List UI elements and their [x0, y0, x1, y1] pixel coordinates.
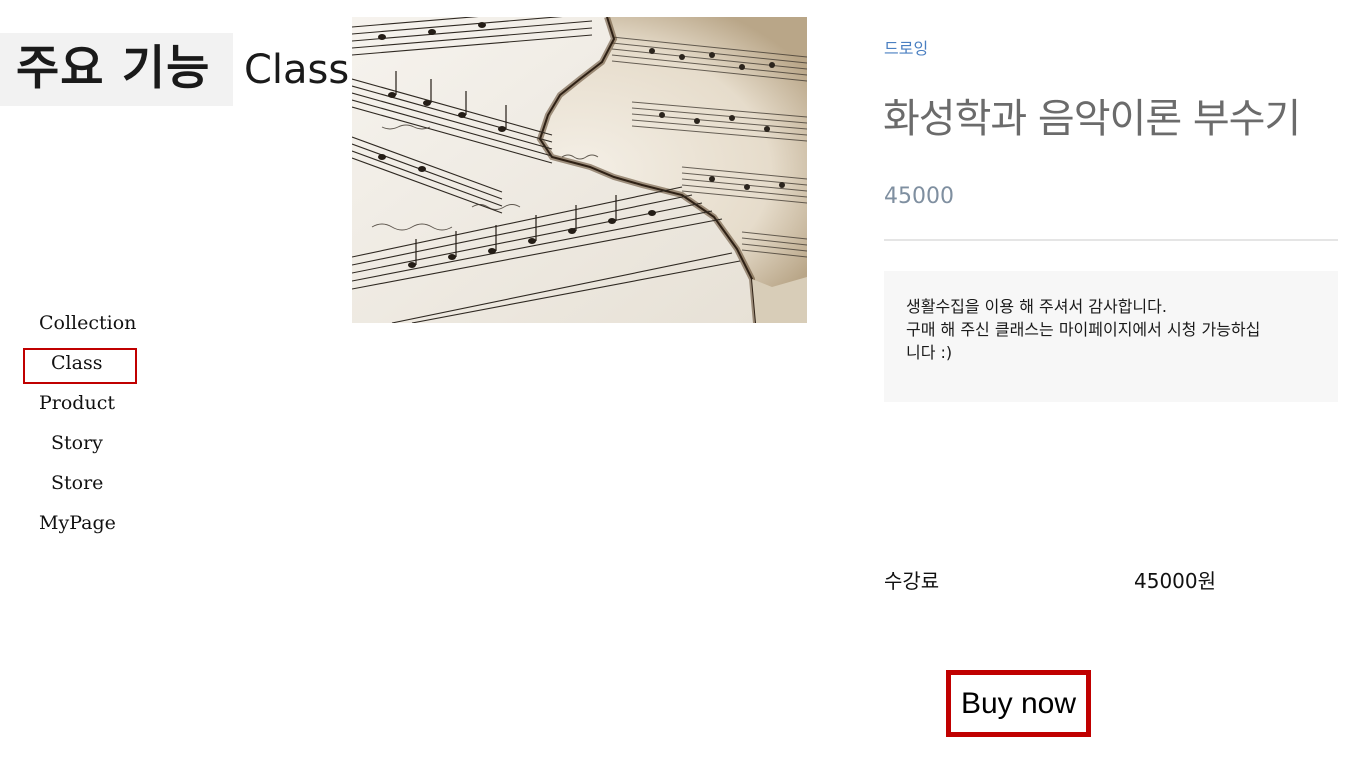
- class-category[interactable]: 드로잉: [884, 38, 928, 60]
- section-heading: 주요 기능: [16, 41, 211, 96]
- purchase-notice-box: 생활수집을 이용 해 주셔서 감사합니다. 구매 해 주신 클래스는 마이페이지…: [884, 271, 1338, 402]
- class-title: 화성학과 음악이론 부수기: [883, 96, 1301, 142]
- tuition-fee-label: 수강료: [884, 569, 940, 593]
- sidebar-item-mypage[interactable]: MyPage: [39, 511, 116, 535]
- sidebar-item-story[interactable]: Story: [51, 431, 103, 455]
- sidebar-item-product[interactable]: Product: [39, 391, 115, 415]
- class-price: 45000: [884, 184, 954, 209]
- buy-now-button[interactable]: Buy now: [946, 670, 1091, 737]
- sidebar-item-class[interactable]: Class: [51, 351, 102, 375]
- sidebar-item-collection[interactable]: Collection: [39, 311, 136, 335]
- notice-line: 생활수집을 이용 해 주셔서 감사합니다.: [906, 297, 1167, 316]
- divider: [884, 239, 1338, 241]
- notice-line: 니다 :): [906, 343, 953, 362]
- notice-line: 구매 해 주신 클래스는 마이페이지에서 시청 가능하십: [906, 320, 1261, 339]
- class-thumbnail-image: [352, 17, 807, 323]
- tuition-fee-value: 45000원: [1134, 569, 1217, 593]
- sidebar-item-store[interactable]: Store: [51, 471, 103, 495]
- section-subheading: Class: [244, 47, 350, 93]
- page: 주요 기능 Class Collection Class Product Sto…: [0, 0, 1357, 762]
